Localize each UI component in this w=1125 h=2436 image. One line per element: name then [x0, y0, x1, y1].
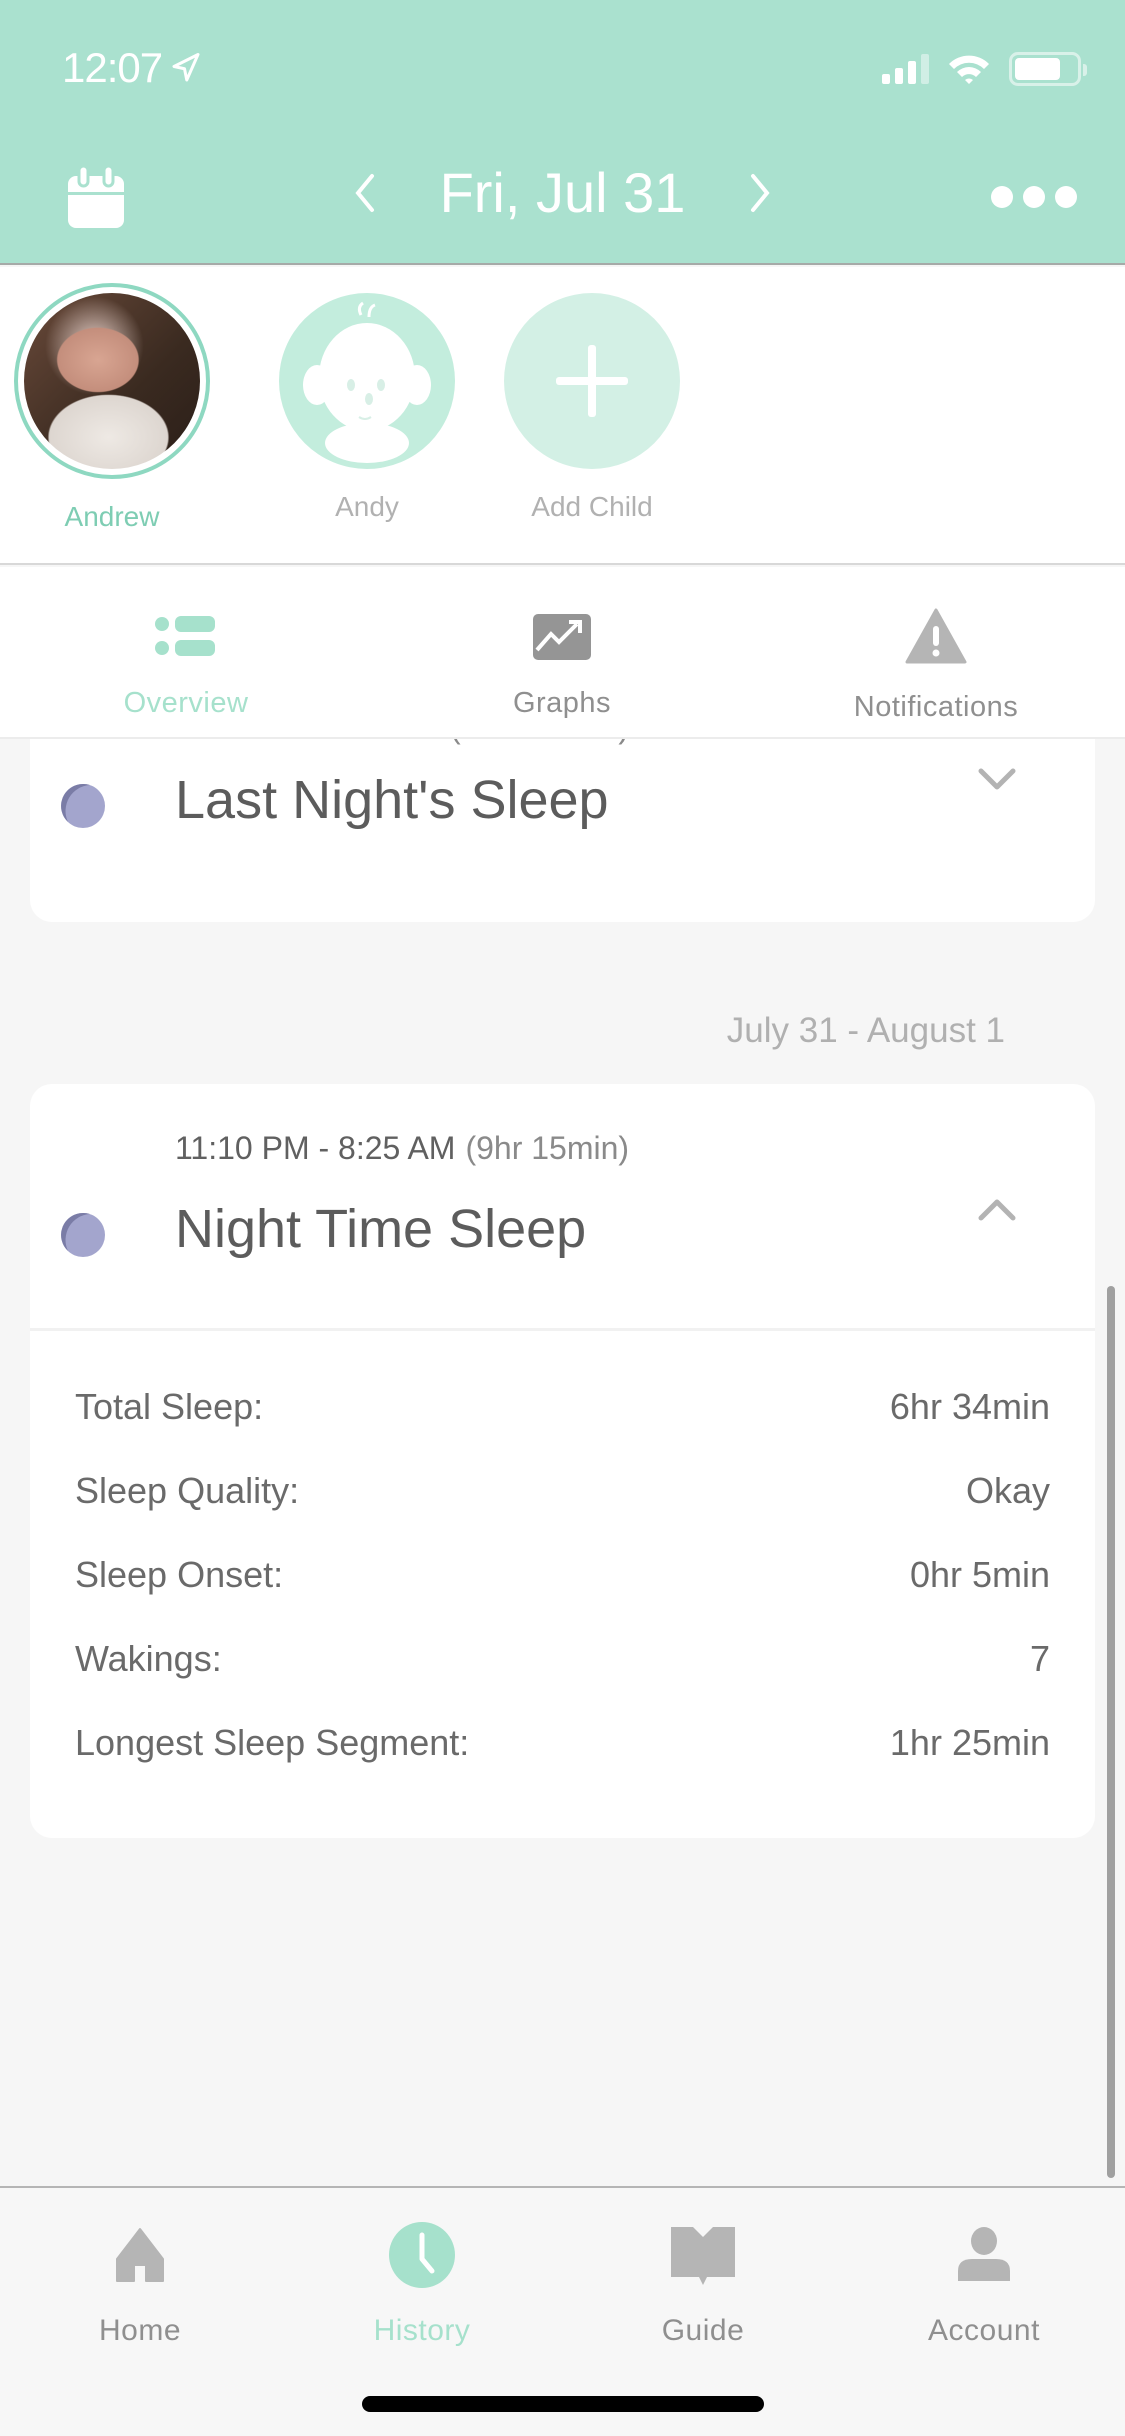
tab-graphs[interactable]: Graphs [412, 607, 712, 720]
sleep-time-range: 11:10 PM - 8:25 AM (9hr 15min) [175, 1130, 630, 1166]
current-date[interactable]: Fri, Jul 31 [440, 160, 686, 225]
home-icon [116, 2228, 164, 2282]
clock-time: 12:07 [62, 44, 163, 91]
date-range-label: July 31 - August 1 [726, 1011, 1005, 1050]
add-child-button[interactable]: Add Child [492, 293, 692, 523]
home-indicator [362, 2396, 764, 2412]
tab-label: Notifications [853, 691, 1019, 723]
stat-label: Wakings: [75, 1638, 222, 1679]
date-navigator: Fri, Jul 31 [0, 160, 1125, 225]
stat-row: Sleep Quality: Okay [75, 1470, 1050, 1512]
child-andy[interactable]: Andy [267, 293, 467, 523]
nav-account[interactable]: Account [884, 2218, 1084, 2348]
book-icon [671, 2227, 735, 2285]
stat-value: 0hr 5min [909, 1554, 1050, 1595]
list-icon [155, 616, 215, 656]
moon-icon [61, 1212, 105, 1257]
moon-icon [61, 783, 105, 828]
tab-overview[interactable]: Overview [36, 607, 336, 720]
overview-tabs: Overview Graphs Notifications [0, 567, 1125, 739]
sleep-card-night-time[interactable]: 11:10 PM - 8:25 AM (9hr 15min) Night Time… [30, 1084, 1095, 1838]
sleep-title: Night Time Sleep [175, 1199, 587, 1259]
child-name: Andrew [64, 501, 160, 532]
plus-icon [504, 293, 680, 469]
nav-label: History [373, 2314, 471, 2347]
nav-home[interactable]: Home [40, 2218, 240, 2348]
nav-label: Guide [661, 2314, 745, 2347]
cellular-signal-icon [882, 54, 929, 84]
stat-value: 6hr 34min [889, 1386, 1050, 1427]
sleep-history-list: 8:25 PM - 8:03 AM(11hr 38min) Last Night… [0, 739, 1125, 2187]
sleep-card-last-night[interactable]: 8:25 PM - 8:03 AM(11hr 38min) Last Night… [30, 739, 1095, 922]
tab-notifications[interactable]: Notifications [786, 607, 1086, 724]
stat-value: 1hr 25min [889, 1722, 1050, 1763]
battery-icon [1009, 52, 1087, 86]
stat-label: Longest Sleep Segment: [75, 1722, 470, 1763]
stat-value: Okay [965, 1470, 1050, 1511]
stat-label: Total Sleep: [75, 1386, 264, 1427]
card-divider [30, 1328, 1095, 1331]
add-child-label: Add Child [531, 491, 653, 522]
graph-icon [533, 614, 591, 660]
location-arrow-icon [172, 53, 200, 82]
scrollbar[interactable] [1107, 1286, 1115, 2178]
clock-icon [389, 2222, 455, 2288]
stat-value: 7 [1029, 1638, 1050, 1679]
stat-row: Total Sleep: 6hr 34min [75, 1386, 1050, 1428]
bottom-navigation: Home History Guide Account [0, 2186, 1125, 2436]
status-icons [882, 52, 1087, 86]
chevron-right-icon[interactable] [745, 170, 775, 216]
child-photo-avatar [24, 293, 200, 469]
child-andrew[interactable]: Andrew [12, 283, 212, 533]
top-header: 12:07 Fri, Jul 31 [0, 0, 1125, 265]
stat-label: Sleep Quality: [75, 1470, 300, 1511]
stat-row: Wakings: 7 [75, 1638, 1050, 1680]
stat-row: Sleep Onset: 0hr 5min [75, 1554, 1050, 1596]
nav-guide[interactable]: Guide [603, 2218, 803, 2348]
tab-label: Graphs [512, 687, 612, 719]
tab-label: Overview [123, 687, 249, 719]
person-icon [958, 2227, 1010, 2281]
stat-label: Sleep Onset: [75, 1554, 284, 1595]
baby-face-icon [279, 293, 455, 469]
chevron-down-icon[interactable] [977, 767, 1017, 793]
chevron-up-icon[interactable] [977, 1196, 1017, 1222]
child-selector: Andrew Andy Add Child [0, 267, 1125, 565]
wifi-icon [949, 55, 989, 84]
warning-icon [905, 608, 967, 664]
sleep-title: Last Night's Sleep [175, 770, 609, 830]
nav-label: Home [98, 2314, 182, 2347]
sleep-time-range: 8:25 PM - 8:03 AM(11hr 38min) [175, 739, 629, 746]
status-bar-time: 12:07 [62, 44, 204, 92]
more-dots-icon[interactable] [991, 186, 1077, 208]
nav-history[interactable]: History [322, 2218, 522, 2348]
chevron-left-icon[interactable] [350, 170, 380, 216]
nav-label: Account [928, 2314, 1040, 2347]
stat-row: Longest Sleep Segment: 1hr 25min [75, 1722, 1050, 1764]
child-name: Andy [335, 491, 399, 522]
